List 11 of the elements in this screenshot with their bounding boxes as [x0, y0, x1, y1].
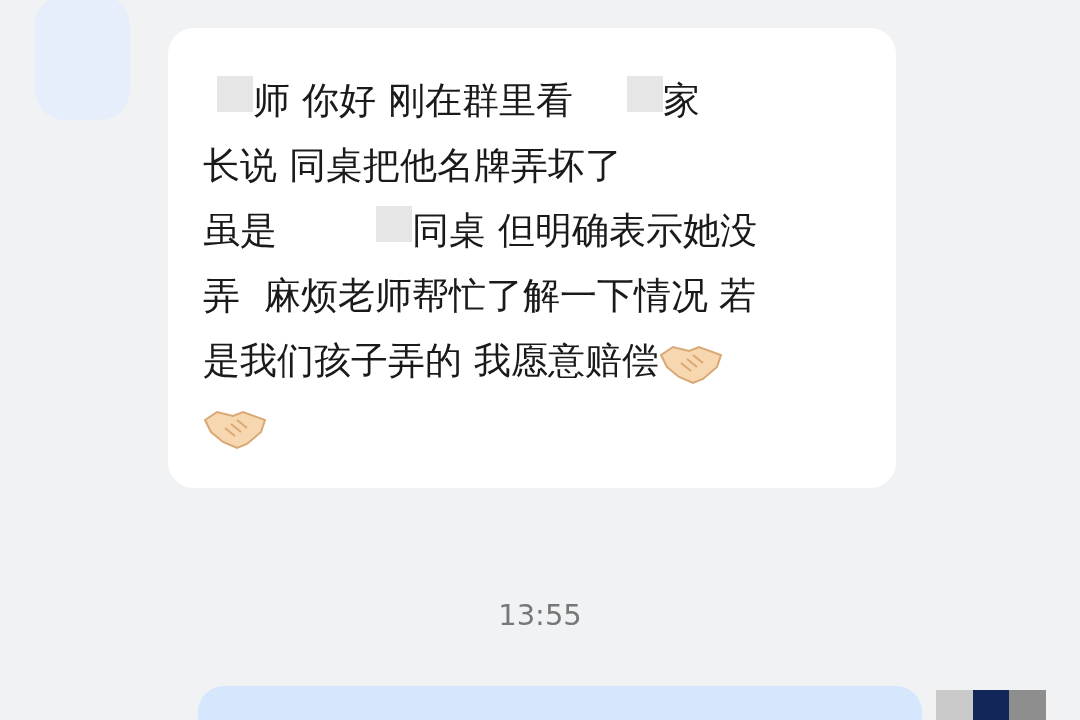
redaction-mosaic [217, 75, 253, 112]
message-text: 虽是 [203, 207, 277, 254]
message-text: 长说 同桌把他名牌弄坏了 [203, 142, 622, 189]
message-text: 是我们孩子弄的 我愿意赔偿 [203, 337, 659, 384]
timestamp: 13:55 [497, 598, 583, 632]
message-text: 家 [662, 77, 700, 124]
message-text: 同桌 但明确表示她没 [412, 207, 757, 254]
message-text: 师 你好 刚在群里看 [253, 77, 573, 124]
redaction-mosaic [626, 75, 663, 112]
message-text: 弄 麻烦老师帮忙了解一下情况 若 [203, 272, 757, 319]
redaction-mosaic [376, 205, 412, 242]
